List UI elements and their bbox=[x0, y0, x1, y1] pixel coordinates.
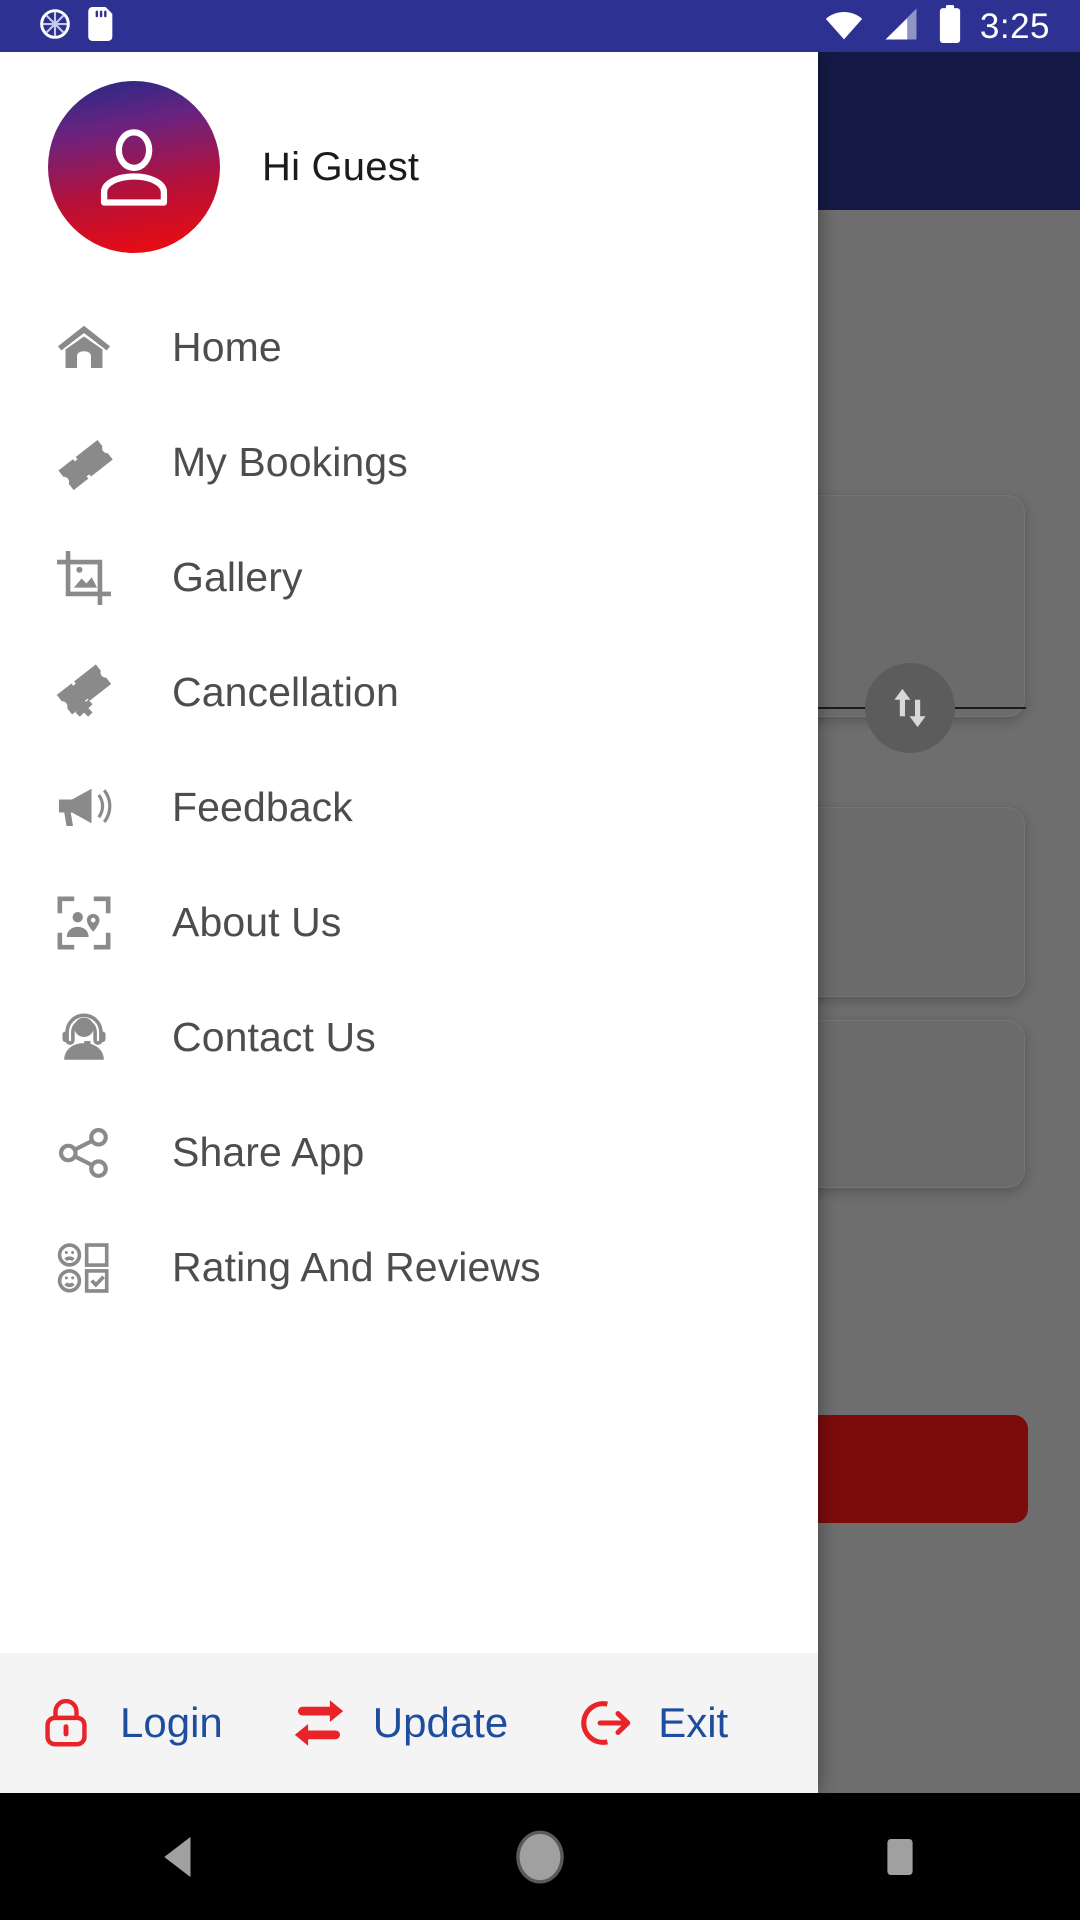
android-nav-bar bbox=[0, 1793, 1080, 1920]
login-label: Login bbox=[120, 1699, 223, 1746]
menu-item-label: About Us bbox=[172, 899, 342, 945]
recents-square-icon[interactable] bbox=[825, 1793, 975, 1920]
sd-card-icon bbox=[86, 6, 116, 46]
drawer-scrim[interactable] bbox=[818, 52, 1080, 1793]
menu-item-feedback[interactable]: Feedback bbox=[0, 750, 818, 865]
profile-greeting: Hi Guest bbox=[262, 144, 420, 189]
exit-button[interactable]: Exit bbox=[572, 1691, 728, 1755]
update-label: Update bbox=[372, 1699, 509, 1746]
drawer-menu-list: Home My Bookings Gallery Cancellation Fe… bbox=[0, 282, 818, 1653]
menu-item-label: Rating And Reviews bbox=[172, 1244, 541, 1290]
menu-item-gallery[interactable]: Gallery bbox=[0, 520, 818, 635]
rating-checkbox-icon bbox=[48, 1232, 120, 1304]
home-circle-icon[interactable] bbox=[465, 1793, 615, 1920]
drawer-footer-actions: Login Update Exit bbox=[0, 1653, 818, 1793]
share-nodes-icon bbox=[48, 1117, 120, 1189]
menu-item-label: Share App bbox=[172, 1129, 365, 1175]
battery-icon bbox=[938, 4, 962, 48]
home-icon bbox=[48, 312, 120, 384]
person-location-frame-icon bbox=[48, 887, 120, 959]
navigation-drawer: Hi Guest Home My Bookings Gallery Cancel… bbox=[0, 52, 818, 1793]
menu-item-share-app[interactable]: Share App bbox=[0, 1095, 818, 1210]
status-bar-indicators: 3:25 bbox=[824, 4, 1080, 48]
menu-item-rating-and-reviews[interactable]: Rating And Reviews bbox=[0, 1210, 818, 1325]
login-button[interactable]: Login bbox=[34, 1691, 223, 1755]
phone-screen: Hi Guest Home My Bookings Gallery Cancel… bbox=[0, 0, 1080, 1920]
logout-icon bbox=[572, 1691, 636, 1755]
ticket-icon bbox=[48, 427, 120, 499]
megaphone-icon bbox=[48, 772, 120, 844]
ticket-cancel-icon bbox=[48, 657, 120, 729]
drawer-profile-header[interactable]: Hi Guest bbox=[0, 52, 818, 282]
menu-item-cancellation[interactable]: Cancellation bbox=[0, 635, 818, 750]
status-bar-clock: 3:25 bbox=[979, 6, 1050, 46]
menu-item-home[interactable]: Home bbox=[0, 290, 818, 405]
sync-icon bbox=[38, 7, 72, 46]
menu-item-label: My Bookings bbox=[172, 439, 408, 485]
status-bar: 3:25 bbox=[0, 0, 1080, 52]
person-avatar-icon bbox=[48, 81, 220, 253]
menu-item-about-us[interactable]: About Us bbox=[0, 865, 818, 980]
exit-label: Exit bbox=[658, 1699, 729, 1746]
menu-item-label: Feedback bbox=[172, 784, 353, 830]
wifi-icon bbox=[824, 7, 864, 46]
swap-arrows-icon bbox=[287, 1691, 351, 1755]
lock-icon bbox=[34, 1691, 98, 1755]
update-button[interactable]: Update bbox=[287, 1691, 508, 1755]
headset-support-icon bbox=[48, 1002, 120, 1074]
image-crop-icon bbox=[48, 542, 120, 614]
menu-item-label: Contact Us bbox=[172, 1014, 376, 1060]
menu-item-contact-us[interactable]: Contact Us bbox=[0, 980, 818, 1095]
menu-item-my-bookings[interactable]: My Bookings bbox=[0, 405, 818, 520]
menu-item-label: Cancellation bbox=[172, 669, 399, 715]
menu-item-label: Home bbox=[172, 324, 282, 370]
menu-item-label: Gallery bbox=[172, 554, 303, 600]
cellular-signal-icon bbox=[882, 7, 920, 46]
back-triangle-icon[interactable] bbox=[105, 1793, 255, 1920]
status-bar-notifications bbox=[0, 6, 116, 46]
